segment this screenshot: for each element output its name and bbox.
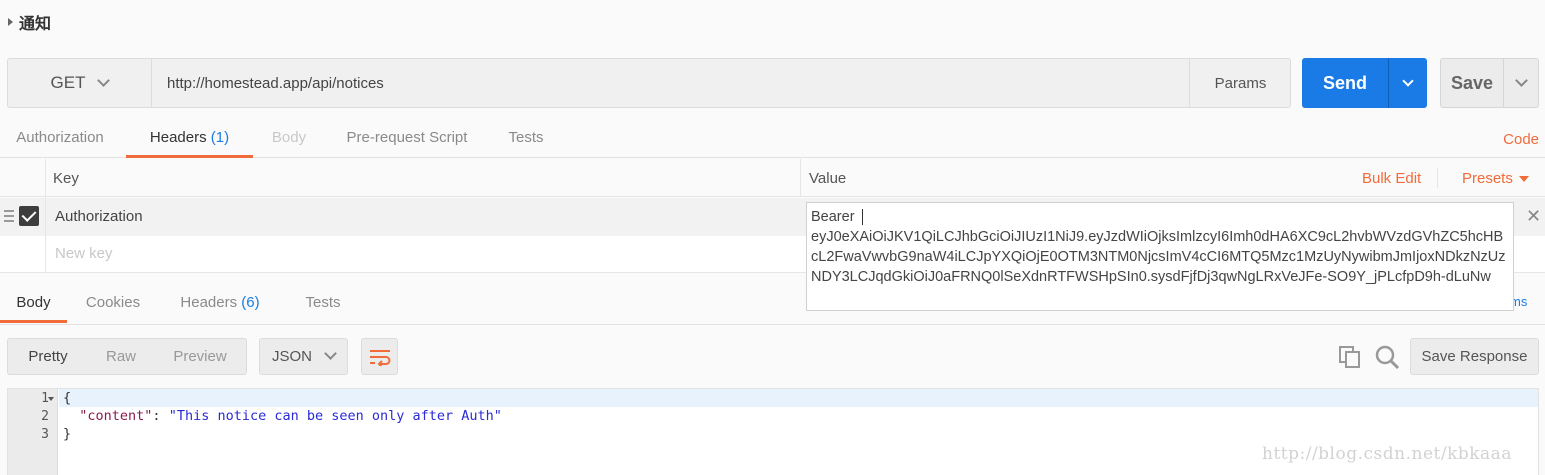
divider bbox=[1437, 168, 1438, 188]
json-key: "content" bbox=[79, 408, 153, 424]
chevron-down-icon bbox=[97, 73, 111, 87]
save-options-button[interactable] bbox=[1503, 59, 1538, 107]
tab-label: Body bbox=[16, 294, 51, 311]
header-value-editor[interactable]: Bearer eyJ0eXAiOiJKV1QiLCJhbGciOiJIUzI1N… bbox=[806, 202, 1514, 311]
tab-response-body[interactable]: Body bbox=[0, 287, 67, 323]
format-select[interactable]: JSON bbox=[259, 338, 348, 375]
tab-label: Authorization bbox=[16, 129, 104, 146]
view-preview[interactable]: Preview bbox=[154, 339, 246, 374]
chevron-down-icon bbox=[324, 347, 337, 360]
tab-response-headers[interactable]: Headers (6) bbox=[172, 287, 268, 323]
tab-tests[interactable]: Tests bbox=[498, 122, 554, 158]
save-button[interactable]: Save bbox=[1441, 59, 1503, 107]
view-raw[interactable]: Raw bbox=[88, 339, 154, 374]
view-pretty[interactable]: Pretty bbox=[8, 339, 88, 374]
bulk-edit-link[interactable]: Bulk Edit bbox=[1362, 170, 1421, 187]
chevron-down-icon bbox=[1514, 73, 1528, 87]
line-number: 1 bbox=[41, 391, 49, 406]
line-number: 3 bbox=[41, 427, 49, 442]
new-key-input[interactable]: New key bbox=[55, 245, 113, 262]
key-column-header: Key bbox=[53, 170, 79, 187]
drag-handle-icon[interactable] bbox=[4, 210, 14, 222]
header-key-input[interactable]: Authorization bbox=[55, 208, 143, 225]
active-line-highlight bbox=[59, 389, 1538, 407]
view-mode-group: Pretty Raw Preview bbox=[7, 338, 247, 375]
code-line: { bbox=[63, 390, 71, 406]
url-bar: GET Params bbox=[7, 58, 1291, 108]
send-button[interactable]: Send bbox=[1302, 58, 1388, 108]
code-line: "content": "This notice can be seen only… bbox=[63, 408, 502, 424]
caret-right-icon[interactable] bbox=[8, 18, 13, 26]
code-brace: } bbox=[63, 426, 72, 442]
line-number-gutter: 1 2 3 bbox=[8, 389, 58, 475]
tab-label: Headers bbox=[180, 294, 238, 311]
send-options-button[interactable] bbox=[1388, 58, 1427, 108]
tab-label: Pre-request Script bbox=[346, 129, 468, 146]
tab-count: (1) bbox=[210, 129, 230, 146]
request-tabs: Authorization Headers (1) Body Pre-reque… bbox=[0, 122, 1545, 158]
tab-body[interactable]: Body bbox=[264, 122, 314, 158]
collection-header[interactable]: 通知 bbox=[8, 10, 51, 34]
fold-arrow-icon[interactable] bbox=[48, 397, 54, 401]
copy-icon[interactable] bbox=[1338, 345, 1362, 369]
send-button-group: Send bbox=[1302, 58, 1427, 108]
save-response-button[interactable]: Save Response bbox=[1410, 338, 1539, 375]
wrap-icon bbox=[369, 349, 390, 366]
collection-title: 通知 bbox=[19, 14, 52, 33]
tab-authorization[interactable]: Authorization bbox=[0, 122, 120, 158]
caret-down-icon bbox=[1518, 175, 1529, 182]
tab-count: (6) bbox=[241, 294, 260, 311]
tab-headers[interactable]: Headers (1) bbox=[126, 122, 253, 158]
params-button[interactable]: Params bbox=[1189, 59, 1291, 107]
save-button-group: Save bbox=[1440, 58, 1539, 108]
text-cursor bbox=[861, 209, 863, 226]
method-select[interactable]: GET bbox=[8, 59, 152, 107]
method-label: GET bbox=[50, 73, 86, 92]
tab-label: Body bbox=[271, 129, 307, 146]
tab-cookies[interactable]: Cookies bbox=[80, 287, 146, 323]
tab-label: Cookies bbox=[85, 294, 141, 311]
chevron-down-icon bbox=[1402, 74, 1414, 87]
header-value-text[interactable]: Bearer eyJ0eXAiOiJKV1QiLCJhbGciOiJIUzI1N… bbox=[811, 207, 1509, 287]
tab-label: Headers bbox=[149, 129, 207, 146]
tab-label: Tests bbox=[305, 294, 341, 311]
presets-dropdown[interactable]: Presets bbox=[1462, 170, 1529, 187]
code-line: } bbox=[63, 426, 71, 442]
presets-label: Presets bbox=[1462, 170, 1513, 187]
tab-pre-request-script[interactable]: Pre-request Script bbox=[336, 122, 478, 158]
headers-table-header bbox=[0, 159, 1545, 197]
json-colon: : bbox=[152, 408, 169, 424]
tab-response-tests[interactable]: Tests bbox=[298, 287, 348, 323]
format-label: JSON bbox=[271, 348, 312, 365]
code-brace: { bbox=[63, 390, 72, 406]
wrap-lines-button[interactable] bbox=[361, 338, 398, 375]
column-divider bbox=[800, 159, 801, 197]
watermark: http://blog.csdn.net/kbkaaa bbox=[1262, 444, 1512, 464]
search-icon[interactable] bbox=[1374, 344, 1400, 370]
line-number: 2 bbox=[41, 409, 49, 424]
header-enabled-checkbox[interactable] bbox=[19, 206, 39, 226]
close-icon[interactable]: ✕ bbox=[1526, 206, 1541, 227]
json-value: "This notice can be seen only after Auth… bbox=[168, 408, 502, 424]
tab-label: Tests bbox=[508, 129, 544, 146]
code-link[interactable]: Code bbox=[1503, 131, 1539, 148]
url-input[interactable] bbox=[153, 59, 1188, 107]
column-divider bbox=[45, 159, 46, 273]
value-column-header: Value bbox=[809, 170, 847, 187]
